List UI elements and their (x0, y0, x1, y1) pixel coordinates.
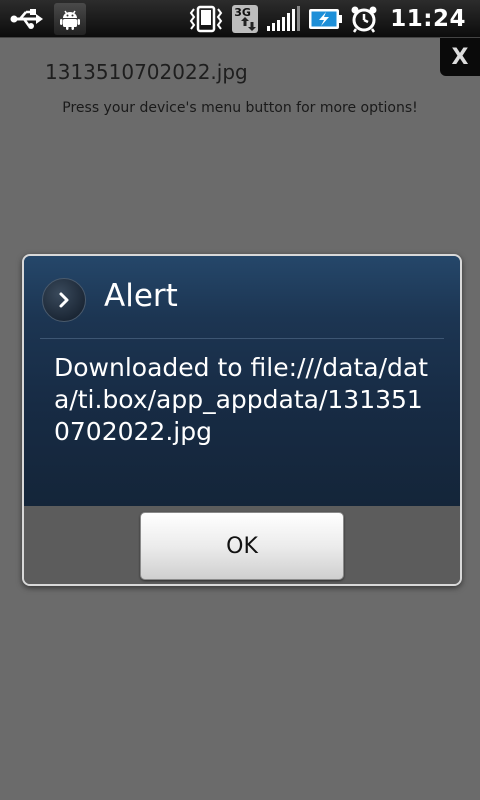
android-debug-icon (54, 2, 86, 35)
dialog-message: Downloaded to file:///data/data/ti.box/a… (54, 353, 428, 446)
file-name-title: 1313510702022.jpg (45, 60, 248, 84)
signal-icon (266, 6, 301, 32)
alert-dialog: Alert Downloaded to file:///data/data/ti… (22, 254, 462, 586)
vibrate-icon (188, 5, 224, 33)
dialog-button-bar: OK (24, 506, 460, 584)
dialog-title: Alert (104, 278, 178, 314)
usb-icon (10, 8, 44, 30)
dialog-body: Alert Downloaded to file:///data/data/ti… (24, 256, 460, 506)
dialog-header: Alert (24, 256, 460, 340)
close-button[interactable]: X (440, 38, 480, 76)
3g-icon: 3G (232, 5, 259, 33)
chevron-right-icon (42, 278, 86, 322)
status-bar: 3G 11:24 (0, 0, 480, 38)
battery-charging-icon (308, 7, 343, 31)
alarm-icon (350, 5, 378, 33)
ok-button[interactable]: OK (140, 512, 344, 580)
menu-hint-text: Press your device's menu button for more… (62, 100, 418, 116)
dialog-divider (40, 338, 444, 339)
status-clock: 11:24 (390, 6, 466, 32)
